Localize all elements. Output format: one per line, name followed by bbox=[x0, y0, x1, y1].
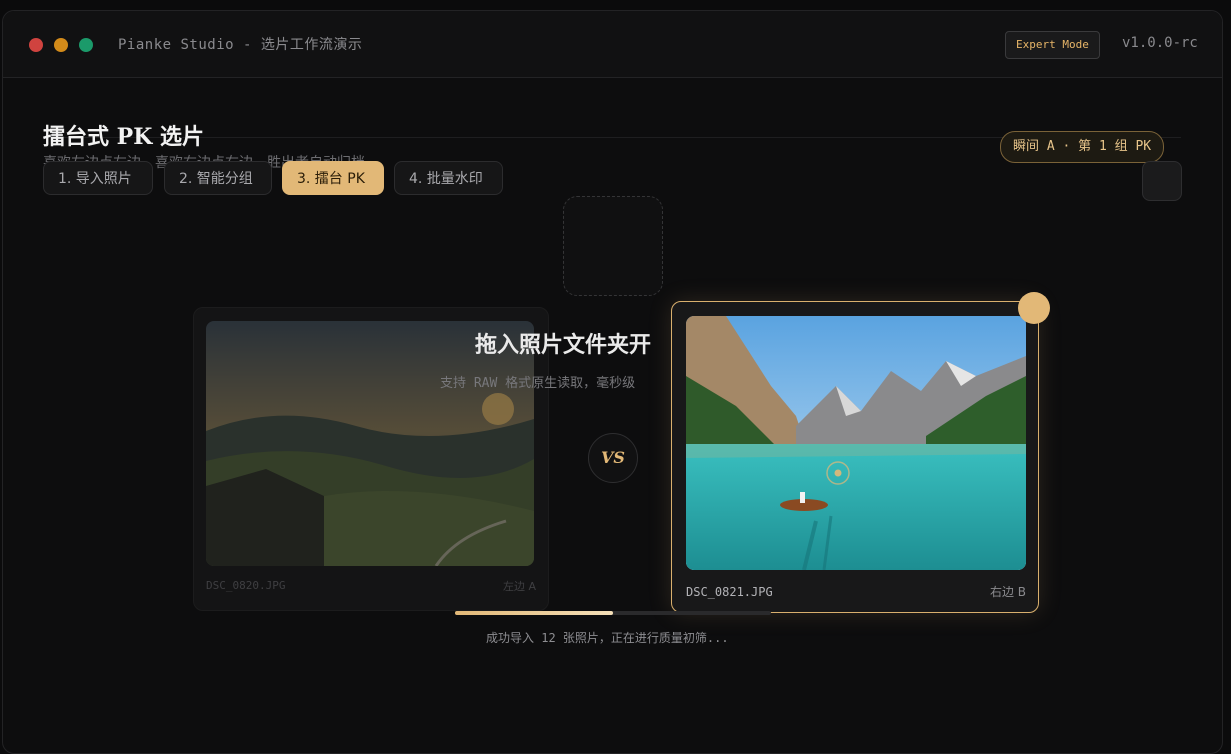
expert-mode-badge[interactable]: Expert Mode bbox=[1005, 31, 1100, 59]
page-title: 擂台式 PK 选片 bbox=[43, 124, 204, 150]
step-pk[interactable]: 3. 擂台 PK bbox=[282, 161, 384, 195]
photo-right bbox=[686, 316, 1026, 570]
import-title: 拖入照片文件夹开 bbox=[475, 332, 652, 358]
photo-card-right[interactable]: DSC_0821.JPG 右边 B bbox=[671, 301, 1039, 613]
version-label: v1.0.0-rc bbox=[1122, 35, 1198, 51]
vs-badge: VS bbox=[588, 433, 638, 483]
close-window-button[interactable] bbox=[29, 38, 43, 52]
minimize-window-button[interactable] bbox=[54, 38, 68, 52]
step-watermark[interactable]: 4. 批量水印 bbox=[394, 161, 503, 195]
photo-right-filename: DSC_0821.JPG bbox=[686, 585, 773, 599]
round-badge: 瞬间 A · 第 1 组 PK bbox=[1000, 131, 1165, 163]
status-text: 成功导入 12 张照片，正在进行质量初筛... bbox=[486, 631, 729, 645]
app-window: Pianke Studio - 选片工作流演示 Expert Mode v1.0… bbox=[2, 10, 1223, 754]
app-title: Pianke Studio - 选片工作流演示 bbox=[118, 37, 363, 53]
options-button[interactable] bbox=[1142, 161, 1182, 201]
step-import[interactable]: 1. 导入照片 bbox=[43, 161, 153, 195]
photo-right-side-label: 右边 B bbox=[989, 585, 1026, 599]
photo-left-filename: DSC_0820.JPG bbox=[206, 579, 286, 592]
drop-zone[interactable] bbox=[563, 196, 663, 296]
import-progress-bar bbox=[455, 611, 771, 615]
title-bar: Pianke Studio - 选片工作流演示 Expert Mode v1.0… bbox=[3, 11, 1222, 78]
maximize-window-button[interactable] bbox=[79, 38, 93, 52]
import-progress-fill bbox=[455, 611, 613, 615]
step-grouping[interactable]: 2. 智能分组 bbox=[164, 161, 272, 195]
photo-left-side-label: 左边 A bbox=[502, 580, 536, 593]
selected-indicator[interactable] bbox=[1018, 292, 1050, 324]
import-subtitle: 支持 RAW 格式原生读取，毫秒级 bbox=[440, 376, 636, 391]
